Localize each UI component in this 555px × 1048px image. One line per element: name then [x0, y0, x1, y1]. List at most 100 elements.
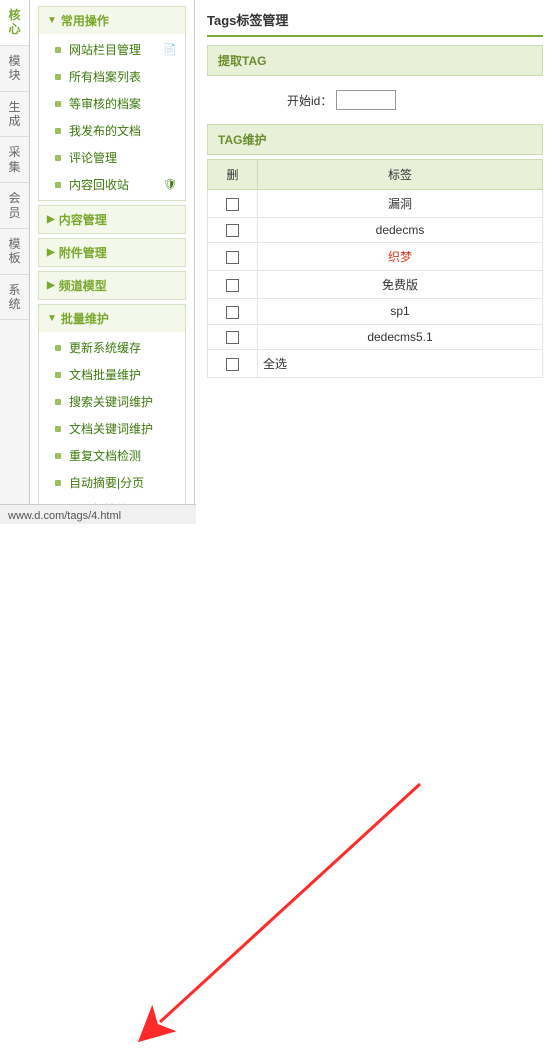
col-delete: 删 [208, 160, 258, 190]
chevron-icon: ▶ [47, 280, 55, 291]
tag-cell[interactable]: dedecms5.1 [258, 324, 543, 349]
table-row: dedecms [208, 218, 543, 243]
tag-maintain-header: TAG维护 [207, 124, 543, 155]
item-icon: 📄 [163, 43, 177, 56]
menu-header-2[interactable]: ▶ 附件管理 [39, 239, 185, 266]
menu-item-label: 等审核的档案 [69, 95, 141, 112]
menu-item-0-0[interactable]: 网站栏目管理 📄 [39, 36, 185, 63]
row-checkbox[interactable] [226, 198, 239, 211]
row-checkbox[interactable] [226, 306, 239, 319]
tag-cell[interactable]: sp1 [258, 299, 543, 324]
left-tab-0[interactable]: 核心 [0, 0, 29, 46]
menu-group-2: ▶ 附件管理 [38, 238, 186, 267]
main-content: Tags标签管理 提取TAG 开始id： TAG维护 删 标签 漏洞dedecm… [195, 0, 555, 524]
table-row: sp1 [208, 299, 543, 324]
left-tab-4[interactable]: 会员 [0, 183, 29, 229]
menu-group-1: ▶ 内容管理 [38, 205, 186, 234]
chevron-icon: ▶ [47, 247, 55, 258]
extract-tag-header: 提取TAG [207, 45, 543, 76]
menu-group-4: ▼ 批量维护更新系统缓存文档批量维护搜索关键词维护文档关键词维护重复文档检测自动摘… [38, 304, 186, 524]
tag-table: 删 标签 漏洞dedecms织梦免费版sp1dedecms5.1 全选 [207, 159, 543, 378]
bullet-icon [55, 101, 61, 107]
menu-item-label: 搜索关键词维护 [69, 393, 153, 410]
start-id-row: 开始id： [207, 80, 543, 124]
left-tab-5[interactable]: 模板 [0, 229, 29, 275]
select-all-checkbox[interactable] [226, 358, 239, 371]
tag-cell[interactable]: 免费版 [258, 271, 543, 299]
chevron-icon: ▶ [47, 214, 55, 225]
menu-header-1[interactable]: ▶ 内容管理 [39, 206, 185, 233]
menu-item-label: 我发布的文档 [69, 122, 141, 139]
bullet-icon [55, 480, 61, 486]
menu-item-4-2[interactable]: 搜索关键词维护 [39, 388, 185, 415]
menu-title: 内容管理 [59, 211, 107, 228]
tag-cell[interactable]: 漏洞 [258, 190, 543, 218]
menu-item-0-1[interactable]: 所有档案列表 [39, 63, 185, 90]
tag-cell[interactable]: 织梦 [258, 243, 543, 271]
item-icon: 🛡 [163, 178, 177, 191]
bullet-icon [55, 47, 61, 53]
select-all-checkbox-cell [208, 349, 258, 377]
table-row: 免费版 [208, 271, 543, 299]
menu-item-4-1[interactable]: 文档批量维护 [39, 361, 185, 388]
table-row: 漏洞 [208, 190, 543, 218]
menu-item-0-5[interactable]: 内容回收站 🛡 [39, 171, 185, 198]
menu-item-label: 更新系统缓存 [69, 339, 141, 356]
menu-item-label: 文档关键词维护 [69, 420, 153, 437]
row-checkbox[interactable] [226, 331, 239, 344]
left-tab-1[interactable]: 模块 [0, 46, 29, 92]
menu-header-3[interactable]: ▶ 频道模型 [39, 272, 185, 299]
page-title: Tags标签管理 [207, 10, 543, 37]
menu-item-0-3[interactable]: 我发布的文档 [39, 117, 185, 144]
table-row: 织梦 [208, 243, 543, 271]
tag-cell[interactable]: dedecms [258, 218, 543, 243]
menu-item-0-4[interactable]: 评论管理 [39, 144, 185, 171]
bullet-icon [55, 182, 61, 188]
start-id-label: 开始id： [287, 92, 332, 109]
menu-group-3: ▶ 频道模型 [38, 271, 186, 300]
menu-item-label: 自动摘要|分页 [69, 474, 144, 491]
bullet-icon [55, 128, 61, 134]
annotation-arrow [0, 524, 555, 1048]
menu-item-label: 评论管理 [69, 149, 117, 166]
menu-title: 批量维护 [61, 310, 109, 327]
bullet-icon [55, 372, 61, 378]
left-tab-3[interactable]: 采集 [0, 137, 29, 183]
menu-group-0: ▼ 常用操作网站栏目管理 📄 所有档案列表等审核的档案我发布的文档评论管理内容回收站 🛡 [38, 6, 186, 201]
left-tab-bar: 核心模块生成采集会员模板系统 [0, 0, 30, 524]
sidebar: ▼ 常用操作网站栏目管理 📄 所有档案列表等审核的档案我发布的文档评论管理内容回收站 🛡… [30, 0, 195, 524]
select-all-label[interactable]: 全选 [258, 349, 543, 377]
menu-item-label: 内容回收站 [69, 176, 129, 193]
row-checkbox[interactable] [226, 251, 239, 264]
menu-item-0-2[interactable]: 等审核的档案 [39, 90, 185, 117]
bullet-icon [55, 345, 61, 351]
menu-title: 频道模型 [59, 277, 107, 294]
chevron-icon: ▼ [47, 15, 57, 26]
menu-title: 附件管理 [59, 244, 107, 261]
bullet-icon [55, 155, 61, 161]
status-bar: www.d.com/tags/4.html [0, 504, 196, 524]
start-id-input[interactable] [336, 90, 396, 110]
menu-item-label: 文档批量维护 [69, 366, 141, 383]
menu-item-4-0[interactable]: 更新系统缓存 [39, 334, 185, 361]
left-tab-2[interactable]: 生成 [0, 92, 29, 138]
menu-title: 常用操作 [61, 12, 109, 29]
row-checkbox[interactable] [226, 224, 239, 237]
bullet-icon [55, 453, 61, 459]
menu-item-4-3[interactable]: 文档关键词维护 [39, 415, 185, 442]
menu-item-label: 所有档案列表 [69, 68, 141, 85]
row-checkbox[interactable] [226, 279, 239, 292]
menu-item-label: 重复文档检测 [69, 447, 141, 464]
col-tag: 标签 [258, 160, 543, 190]
left-tab-6[interactable]: 系统 [0, 275, 29, 321]
bullet-icon [55, 426, 61, 432]
bullet-icon [55, 399, 61, 405]
bullet-icon [55, 74, 61, 80]
menu-item-label: 网站栏目管理 [69, 41, 141, 58]
menu-header-4[interactable]: ▼ 批量维护 [39, 305, 185, 332]
table-row: dedecms5.1 [208, 324, 543, 349]
menu-item-4-4[interactable]: 重复文档检测 [39, 442, 185, 469]
chevron-icon: ▼ [47, 313, 57, 324]
menu-header-0[interactable]: ▼ 常用操作 [39, 7, 185, 34]
menu-item-4-5[interactable]: 自动摘要|分页 [39, 469, 185, 496]
